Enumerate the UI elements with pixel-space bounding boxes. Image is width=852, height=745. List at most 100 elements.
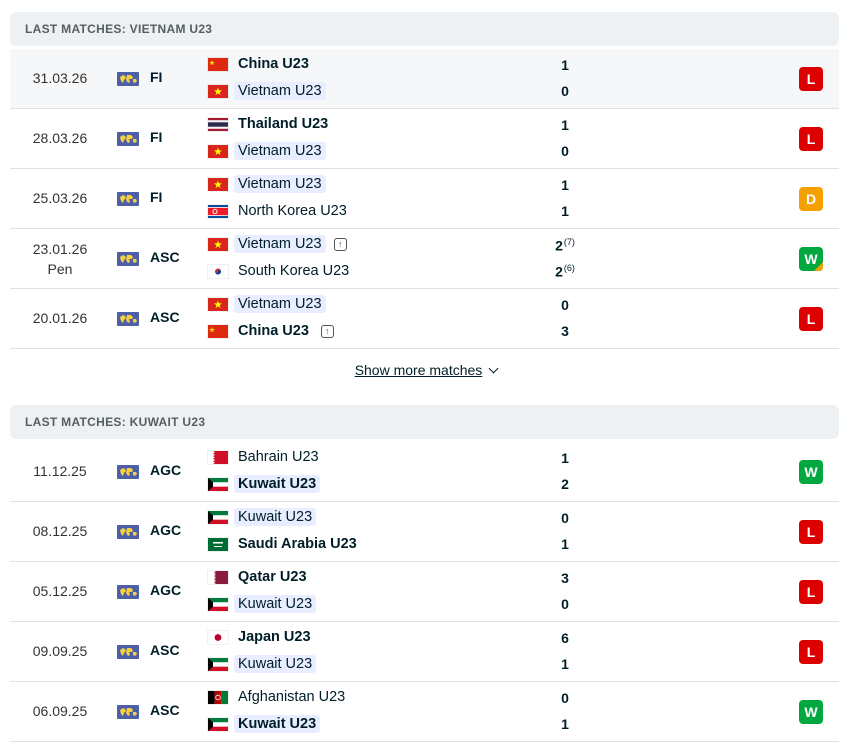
match-status: Pen [47, 261, 73, 277]
world-flag-icon [117, 192, 139, 206]
away-score-value: 0 [561, 596, 569, 612]
away-score-value: 1 [561, 536, 569, 552]
result-badge-label: L [806, 644, 816, 660]
home-score: 0 [555, 690, 575, 706]
away-score-value: 1 [561, 656, 569, 672]
away-team: South Korea U23 [208, 260, 353, 282]
match-date: 20.01.26 [28, 310, 92, 326]
world-flag-icon [117, 645, 139, 659]
away-score-value: 1 [561, 203, 569, 219]
home-score-value: 1 [561, 117, 569, 133]
competition-label[interactable]: ASC [150, 702, 180, 718]
kw-flag-icon [208, 717, 228, 731]
result-badge-label: D [805, 191, 817, 207]
vn-flag-icon [208, 84, 228, 98]
away-team-name: Saudi Arabia U23 [238, 536, 357, 552]
competition-label[interactable]: FI [150, 189, 162, 205]
away-team: Kuwait U23 [208, 593, 317, 615]
cn-flag-icon [208, 324, 228, 338]
home-score-value: 1 [561, 450, 569, 466]
match-date: 31.03.26 [28, 70, 92, 86]
match-row[interactable]: 09.09.25 ASC Japan U23 Kuwait U23 6 1 L [10, 622, 839, 682]
home-team-name: Kuwait U23 [234, 508, 317, 526]
away-team-name: Vietnam U23 [234, 82, 326, 100]
match-row[interactable]: 31.03.26 FI China U23 Vietnam U23 1 0 L [10, 49, 839, 109]
match-row[interactable]: 05.12.25 AGC Qatar U23 Kuwait U23 3 0 L [10, 562, 839, 622]
bh-flag-icon [208, 450, 228, 464]
world-flag-icon [117, 525, 139, 539]
show-more-label[interactable]: Show more matches [355, 362, 483, 378]
section-header: LAST MATCHES: KUWAIT U23 [10, 405, 839, 439]
cn-flag-icon [208, 57, 228, 71]
away-team-name: China U23 [238, 323, 309, 339]
match-date: 11.12.25 [28, 463, 92, 479]
match-row[interactable]: 06.09.25 ASC Afghanistan U23 Kuwait U23 0 1 W [10, 682, 839, 742]
result-badge: W [799, 247, 823, 271]
away-team-name: Kuwait U23 [234, 715, 321, 733]
home-score: 0 [555, 297, 575, 313]
away-team: Vietnam U23 [208, 140, 326, 162]
competition-label[interactable]: AGC [150, 522, 181, 538]
home-team-name: Vietnam U23 [234, 175, 326, 193]
home-score-value: 3 [561, 570, 569, 586]
away-score-value: 0 [561, 83, 569, 99]
match-row[interactable]: 08.12.25 AGC Kuwait U23 Saudi Arabia U23 0 1 L [10, 502, 839, 562]
world-flag-icon [117, 132, 139, 146]
competition-label[interactable]: FI [150, 69, 162, 85]
kw-flag-icon [208, 477, 228, 491]
result-badge: L [799, 580, 823, 604]
match-row[interactable]: 28.03.26 FI Thailand U23 Vietnam U23 1 0 L [10, 109, 839, 169]
away-team-name: South Korea U23 [238, 263, 350, 279]
away-score: 0 [555, 83, 575, 99]
vn-flag-icon [208, 144, 228, 158]
arrow-up-icon: ↑ [333, 237, 347, 251]
match-row[interactable]: 23.01.26 Pen ASC Vietnam U23 ↑ South Korea U2… [10, 229, 839, 289]
match-row[interactable]: 11.12.25 AGC Bahrain U23 Kuwait U23 1 2 W [10, 442, 839, 502]
result-badge-label: W [804, 464, 818, 480]
home-score-value: 1 [561, 177, 569, 193]
home-score-value: 2 [555, 237, 563, 254]
show-more-button[interactable]: Show more matches [0, 362, 852, 378]
kw-flag-icon [208, 510, 228, 524]
home-score: 1 [555, 117, 575, 133]
world-flag-icon [117, 705, 139, 719]
away-team: North Korea U23 [208, 200, 351, 222]
home-score: 1 [555, 177, 575, 193]
competition-label[interactable]: FI [150, 129, 162, 145]
competition-label[interactable]: ASC [150, 249, 180, 265]
competition-label[interactable]: AGC [150, 462, 181, 478]
world-flag-icon [117, 252, 139, 266]
home-team: Afghanistan U23 [208, 686, 349, 708]
away-score: 3 [555, 323, 575, 339]
match-date: 06.09.25 [28, 703, 92, 719]
competition-label[interactable]: AGC [150, 582, 181, 598]
world-flag-icon [117, 72, 139, 86]
result-badge: L [799, 127, 823, 151]
competition-label[interactable]: ASC [150, 309, 180, 325]
result-badge: L [799, 520, 823, 544]
match-row[interactable]: 20.01.26 ASC Vietnam U23 China U23 ↑ 0 3 L [10, 289, 839, 349]
home-score-value: 1 [561, 57, 569, 73]
home-team: Vietnam U23 [208, 293, 326, 315]
home-team-name: China U23 [238, 56, 309, 72]
penalty-score: (7) [563, 237, 575, 247]
home-team: Bahrain U23 [208, 446, 323, 468]
home-team: Thailand U23 [208, 113, 332, 135]
match-date: 25.03.26 [28, 190, 92, 206]
away-score: 0 [555, 596, 575, 612]
kp-flag-icon [208, 204, 228, 218]
home-score-value: 0 [561, 297, 569, 313]
away-team: Vietnam U23 [208, 80, 326, 102]
away-score-value: 0 [561, 143, 569, 159]
away-team: Kuwait U23 [208, 713, 321, 735]
match-date-value: 25.03.26 [32, 190, 88, 206]
arrow-up-icon: ↑ [320, 324, 334, 338]
away-team-name: North Korea U23 [238, 203, 347, 219]
away-team-name: Vietnam U23 [234, 142, 326, 160]
home-team-name: Thailand U23 [238, 116, 329, 132]
kw-flag-icon [208, 597, 228, 611]
match-date-value: 20.01.26 [32, 310, 88, 326]
match-row[interactable]: 25.03.26 FI Vietnam U23 North Korea U23 1 1 D [10, 169, 839, 229]
vn-flag-icon [208, 237, 228, 251]
competition-label[interactable]: ASC [150, 642, 180, 658]
